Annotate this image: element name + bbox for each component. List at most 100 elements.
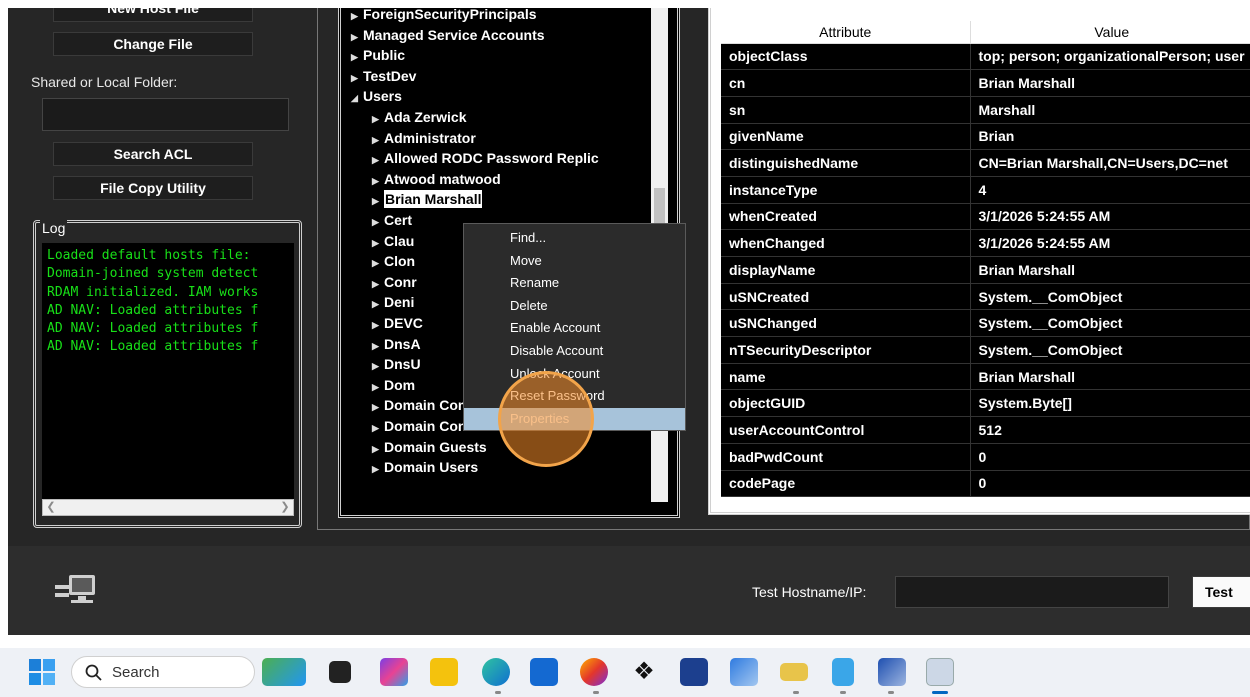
table-row[interactable]: distinguishedName CN=Brian Marshall,CN=Us… [721,149,1250,177]
table-row[interactable]: sn Marshall [721,96,1250,124]
microsoft-365-icon[interactable] [380,658,408,686]
collapsed-arrow-icon[interactable]: ▶ [372,444,384,455]
log-horizontal-scrollbar[interactable]: ❮ ❯ [42,499,294,516]
tree-item[interactable]: ▶ Administrator [372,130,476,146]
collapsed-arrow-icon[interactable]: ▶ [372,176,384,187]
collapsed-arrow-icon[interactable]: ▶ [372,341,384,352]
collapsed-arrow-icon[interactable]: ▶ [372,361,384,372]
table-row[interactable]: objectClass top; person; organizationalPe… [721,43,1250,71]
context-menu-item[interactable]: Find... [464,227,685,249]
network-tool-icon[interactable] [926,658,954,686]
collapsed-arrow-icon[interactable]: ▶ [372,402,384,413]
collapsed-arrow-icon[interactable]: ▶ [372,238,384,249]
attribute-name-cell: uSNChanged [721,309,971,338]
tree-item[interactable]: ▶ Allowed RODC Password Replic [372,150,599,166]
firefox-icon[interactable] [580,658,608,686]
user-admin-icon[interactable] [878,658,906,686]
value-column-header[interactable]: Value [970,21,1250,44]
widgets-icon[interactable] [262,658,306,686]
windows-start-icon[interactable] [29,659,55,685]
attributes-table[interactable]: Attribute Value objectClass top; person; … [721,21,1250,498]
expanded-arrow-icon[interactable]: ◢ [351,93,363,104]
tree-item-label: TestDev [363,67,417,84]
collapsed-arrow-icon[interactable]: ▶ [372,423,384,434]
table-row[interactable]: whenCreated 3/1/2026 5:24:55 AM [721,203,1250,231]
tree-item[interactable]: ▶ Dom [372,377,415,393]
shared-folder-input[interactable] [42,98,289,131]
app-blue-icon[interactable] [680,658,708,686]
tree-item[interactable]: ▶ DnsU [372,356,421,372]
table-row[interactable]: userAccountControl 512 [721,416,1250,444]
table-row[interactable]: uSNChanged System.__ComObject [721,309,1250,338]
tree-item[interactable]: ▶ DnsA [372,336,421,352]
new-host-file-button[interactable]: New Host File [53,8,253,22]
collapsed-arrow-icon[interactable]: ▶ [372,217,384,228]
search-acl-button[interactable]: Search ACL [53,142,253,166]
collapsed-arrow-icon[interactable]: ▶ [372,155,384,166]
table-row[interactable]: cn Brian Marshall [721,69,1250,97]
tree-item[interactable]: ▶ Ada Zerwick [372,109,466,125]
collapsed-arrow-icon[interactable]: ▶ [351,52,363,63]
table-row[interactable]: displayName Brian Marshall [721,256,1250,284]
tree-item[interactable]: ▶ DEVC [372,315,423,331]
scroll-left-icon[interactable]: ❮ [43,500,59,515]
log-output[interactable]: Loaded default hosts file: Domain-joined… [42,243,294,499]
tree-item[interactable]: ▶ TestDev [351,68,416,84]
table-row[interactable]: whenChanged 3/1/2026 5:24:55 AM [721,229,1250,257]
tree-item[interactable]: ▶ Conr [372,274,417,290]
tree-item[interactable]: ▶ Managed Service Accounts [351,27,545,43]
collapsed-arrow-icon[interactable]: ▶ [372,464,384,475]
file-copy-utility-button[interactable]: File Copy Utility [53,176,253,200]
attribute-column-header[interactable]: Attribute [721,21,971,44]
collapsed-arrow-icon[interactable]: ▶ [372,279,384,290]
collapsed-arrow-icon[interactable]: ▶ [372,258,384,269]
dropbox-icon[interactable]: ❖ [630,658,658,686]
collapsed-arrow-icon[interactable]: ▶ [372,196,384,207]
table-row[interactable]: givenName Brian [721,123,1250,151]
test-hostname-input[interactable] [895,576,1169,608]
table-row[interactable]: objectGUID System.Byte[] [721,389,1250,418]
tree-item[interactable]: ▶ Clon [372,253,415,269]
scroll-right-icon[interactable]: ❯ [277,500,293,515]
task-view-icon[interactable] [329,661,351,683]
test-button[interactable]: Test [1192,576,1250,608]
table-row[interactable]: instanceType 4 [721,176,1250,204]
table-row[interactable]: codePage 0 [721,470,1250,498]
context-menu-item[interactable]: Enable Account [464,317,685,339]
collapsed-arrow-icon[interactable]: ▶ [372,299,384,310]
edge-browser-icon[interactable] [482,658,510,686]
context-menu-item[interactable]: Rename [464,272,685,294]
file-explorer-icon[interactable] [430,658,458,686]
collapsed-arrow-icon[interactable]: ▶ [351,32,363,43]
context-menu-item[interactable]: Disable Account [464,340,685,362]
context-menu-item[interactable]: Delete [464,295,685,317]
tree-item[interactable]: ◢ Users [351,88,402,104]
collapsed-arrow-icon[interactable]: ▶ [372,320,384,331]
tree-item[interactable]: ▶ Clau [372,233,414,249]
tree-item[interactable]: ▶ Atwood matwood [372,171,501,187]
collapsed-arrow-icon[interactable]: ▶ [351,11,363,22]
table-row[interactable]: badPwdCount 0 [721,443,1250,471]
collapsed-arrow-icon[interactable]: ▶ [372,135,384,146]
notepad-icon[interactable] [832,658,854,686]
collapsed-arrow-icon[interactable]: ▶ [372,114,384,125]
table-row[interactable]: name Brian Marshall [721,363,1250,391]
tree-item[interactable]: ▶ ForeignSecurityPrincipals [351,8,537,22]
remote-desktop-icon[interactable] [730,658,758,686]
microsoft-store-icon[interactable] [530,658,558,686]
tree-item[interactable]: ▶ Brian Marshall [372,190,483,209]
table-row[interactable]: uSNCreated System.__ComObject [721,283,1250,311]
attribute-value-cell: 0 [970,443,1250,471]
collapsed-arrow-icon[interactable]: ▶ [351,73,363,84]
table-row[interactable]: nTSecurityDescriptor System.__ComObject [721,336,1250,364]
change-file-button[interactable]: Change File [53,32,253,56]
taskbar-search-box[interactable]: Search [71,656,255,688]
tree-item[interactable]: ▶ Domain Users [372,459,478,475]
tree-item[interactable]: ▶ Deni [372,294,414,310]
gold-bar-icon[interactable] [780,663,808,681]
tree-item[interactable]: ▶ Cert [372,212,412,228]
context-menu-item[interactable]: Move [464,250,685,272]
tree-item[interactable]: ▶ Public [351,47,405,63]
collapsed-arrow-icon[interactable]: ▶ [372,382,384,393]
tree-item[interactable]: ▶ Domain Guests [372,439,487,455]
